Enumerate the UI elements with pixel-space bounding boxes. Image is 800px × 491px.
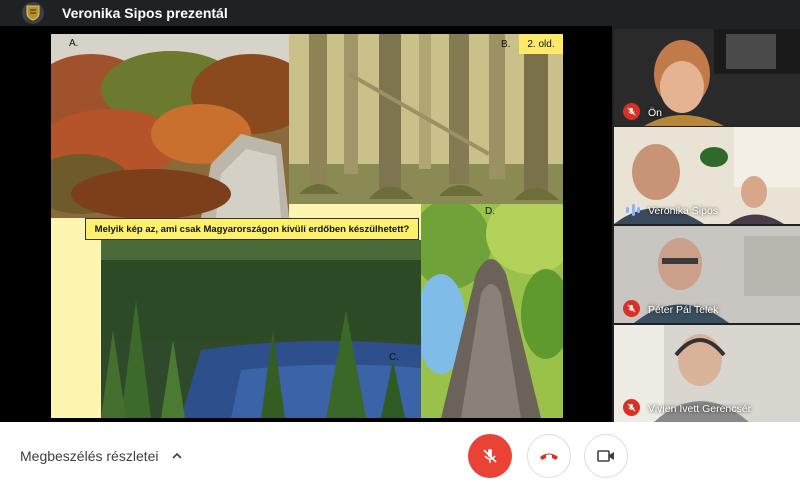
- participant-video: [614, 29, 800, 126]
- presentation-stage: A. 2. old. B. C. D. Melyik kép az, ami c…: [0, 26, 612, 422]
- participant-name: Péter Pál Telek: [648, 304, 719, 316]
- mic-off-icon: [623, 300, 640, 317]
- presenter-title: Veronika Sipos prezentál: [62, 5, 228, 21]
- participant-name: Veronika Sipos: [648, 205, 719, 217]
- participant-tile[interactable]: Ön: [614, 29, 800, 126]
- photo-label-b: B.: [501, 39, 511, 50]
- participant-tile[interactable]: Veronika Sipos: [614, 127, 800, 224]
- camera-toggle-button[interactable]: [584, 434, 628, 478]
- slide-question: Melyik kép az, ami csak Magyarországon k…: [85, 218, 419, 240]
- photo-label-d: D.: [485, 206, 495, 217]
- top-bar: Veronika Sipos prezentál: [0, 0, 800, 26]
- meeting-details-label: Megbeszélés részletei: [20, 448, 159, 464]
- mic-off-icon: [623, 103, 640, 120]
- participant-name: Vivien Ivett Gerencsér: [648, 403, 752, 415]
- hang-up-icon: [540, 453, 558, 460]
- presentation-slide: A. 2. old. B. C. D. Melyik kép az, ami c…: [51, 34, 563, 418]
- microphone-toggle-button[interactable]: [468, 434, 512, 478]
- photo-b-swamp-forest: [289, 34, 563, 204]
- bottom-control-bar: Megbeszélés részletei: [0, 422, 800, 491]
- page-number-badge: 2. old.: [519, 34, 563, 54]
- leave-call-button[interactable]: [527, 434, 571, 478]
- speaking-indicator-icon: [626, 204, 640, 216]
- mic-off-icon: [483, 449, 497, 463]
- photo-label-a: A.: [69, 38, 79, 49]
- photo-label-c: C.: [389, 352, 399, 363]
- mic-off-icon: [623, 399, 640, 416]
- photo-a-autumn-forest: [51, 34, 289, 218]
- meeting-details-button[interactable]: Megbeszélés részletei: [20, 448, 183, 464]
- school-crest-icon: [22, 2, 44, 24]
- chevron-up-icon: [171, 452, 182, 459]
- photo-d-tree-from-below: [421, 204, 563, 418]
- photo-c-conifer-lake: [101, 240, 421, 418]
- camera-icon: [597, 450, 614, 462]
- participant-name: Ön: [648, 107, 663, 119]
- participant-tile[interactable]: Péter Pál Telek: [614, 226, 800, 323]
- participant-tile[interactable]: Vivien Ivett Gerencsér: [614, 325, 800, 422]
